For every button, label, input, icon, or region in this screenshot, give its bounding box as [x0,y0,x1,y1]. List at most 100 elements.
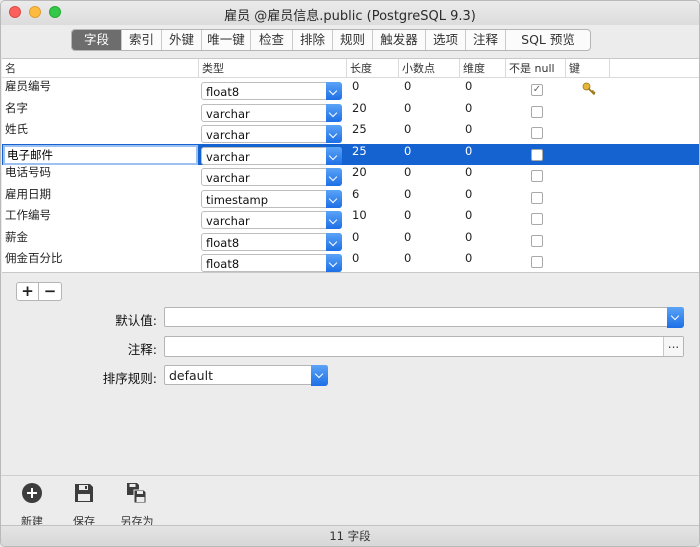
field-length[interactable]: 0 [349,248,359,269]
chevron-down-icon[interactable] [326,82,342,100]
tab-checks[interactable]: 检查 [251,30,293,50]
field-decimal[interactable]: 0 [401,119,411,140]
tab-comment[interactable]: 注释 [466,30,506,50]
field-type-select[interactable]: float8 [201,254,342,272]
field-decimal[interactable]: 0 [401,98,411,119]
field-decimal[interactable]: 0 [401,248,411,269]
field-name: 佣金百分比 [5,251,63,265]
field-length[interactable]: 25 [349,119,367,140]
field-dimension[interactable]: 0 [462,184,472,205]
not-null-checkbox[interactable] [531,213,543,225]
collation-label: 排序规则: [102,371,157,386]
fields-grid: 名类型 长度 小数点 维度 不是 null 键 雇员编号 float8 0 0 0 ✓ 名字 varch… [2,58,699,273]
header-col-key[interactable]: 键 [566,59,610,78]
field-row[interactable]: 佣金百分比 float8 0 0 0 [2,248,699,272]
field-length[interactable]: 20 [349,98,367,119]
new-button[interactable]: 新建 [7,482,57,529]
field-type-value: varchar [206,128,250,142]
tab-foreign-keys[interactable]: 外键 [162,30,202,50]
header-col-type[interactable]: 类型 [199,59,347,78]
save-as-button[interactable]: 另存为 [112,482,162,529]
field-name: 名字 [5,100,28,115]
not-null-checkbox[interactable] [531,105,543,118]
field-type-value: varchar [206,106,250,121]
field-type-select[interactable]: float8 [201,232,342,251]
field-decimal[interactable]: 0 [401,184,411,205]
primary-key-icon[interactable] [582,82,596,96]
field-type-select[interactable]: varchar [201,146,342,165]
chevron-down-icon[interactable] [326,146,342,165]
not-null-checkbox[interactable] [531,170,543,182]
field-length[interactable]: 0 [349,227,359,248]
designer-tabs: 字段 索引 外键 唯一键 检查 排除 规则 触发器 选项 注释 SQL 预览 [71,29,591,51]
field-length[interactable]: 0 [349,76,359,97]
field-length[interactable]: 20 [349,162,367,183]
field-decimal[interactable]: 0 [401,227,411,248]
chevron-down-icon[interactable] [326,125,342,143]
tab-excludes[interactable]: 排除 [293,30,333,50]
field-add-remove: + − [16,282,62,301]
not-null-checkbox[interactable] [531,234,543,247]
not-null-checkbox[interactable] [531,191,543,204]
field-dimension[interactable]: 0 [462,76,472,97]
field-length[interactable]: 6 [349,184,359,205]
table-designer-window: 雇员 @雇员信息.public (PostgreSQL 9.3) 字段 索引 外键唯… [0,0,700,547]
field-type-value: varchar [206,149,250,164]
field-decimal[interactable]: 0 [401,141,411,162]
chevron-down-icon[interactable] [326,168,342,186]
tab-triggers[interactable]: 触发器 [373,30,426,50]
field-name: 姓氏 [5,122,28,136]
field-type-select[interactable]: varchar [201,125,342,143]
field-name: 电话号码 [5,165,51,179]
tab-rules[interactable]: 规则 [333,30,373,50]
chevron-down-icon[interactable] [326,211,342,229]
not-null-checkbox[interactable] [531,127,543,139]
tab-options[interactable]: 选项 [426,30,466,50]
comment-expand-button[interactable]: ... [663,337,683,356]
not-null-checkbox[interactable]: ✓ [531,84,543,96]
default-value-dropdown-button[interactable] [667,307,684,328]
default-value-field[interactable] [164,307,684,328]
field-decimal[interactable]: 0 [401,162,411,183]
field-dimension[interactable]: 0 [462,119,472,140]
tab-sql-preview[interactable]: SQL 预览 [506,30,590,50]
tab-indexes[interactable]: 索引 [122,30,162,50]
collation-select[interactable]: default [164,365,328,386]
field-dimension[interactable]: 0 [462,162,472,183]
field-dimension[interactable]: 0 [462,227,472,248]
plus-circle-icon [22,483,42,503]
field-type-select[interactable]: varchar [201,103,342,122]
tab-fields[interactable]: 字段 [72,30,122,50]
not-null-checkbox[interactable] [531,148,543,161]
field-length[interactable]: 25 [349,141,367,162]
field-dimension[interactable]: 0 [462,248,472,269]
field-decimal[interactable]: 0 [401,205,411,226]
field-type-select[interactable]: float8 [201,82,342,100]
field-dimension[interactable]: 0 [462,205,472,226]
save-button[interactable]: 保存 [59,482,109,529]
comment-field[interactable]: ... [164,336,684,357]
tab-unique-keys[interactable]: 唯一键 [202,30,251,50]
chevron-down-icon[interactable] [326,254,342,272]
not-null-checkbox[interactable] [531,256,543,268]
chevron-down-icon[interactable] [326,103,342,122]
field-type-value: float8 [206,257,240,271]
chevron-down-icon[interactable] [326,232,342,251]
field-type-value: float8 [206,85,240,99]
field-dimension[interactable]: 0 [462,141,472,162]
field-type-select[interactable]: varchar [201,211,342,229]
field-type-select[interactable]: varchar [201,168,342,186]
field-type-value: timestamp [206,192,269,207]
comment-label: 注释: [127,342,157,357]
field-type-value: float8 [206,235,240,250]
remove-field-button[interactable]: − [39,283,61,300]
field-decimal[interactable]: 0 [401,76,411,97]
chevron-down-icon[interactable] [326,189,342,208]
field-length[interactable]: 10 [349,205,367,226]
field-dimension[interactable]: 0 [462,98,472,119]
header-col-not-null[interactable]: 不是 null [506,59,566,78]
add-field-button[interactable]: + [17,283,39,300]
field-type-select[interactable]: timestamp [201,189,342,208]
collation-value: default [169,368,213,383]
collation-dropdown-button[interactable] [311,365,328,386]
